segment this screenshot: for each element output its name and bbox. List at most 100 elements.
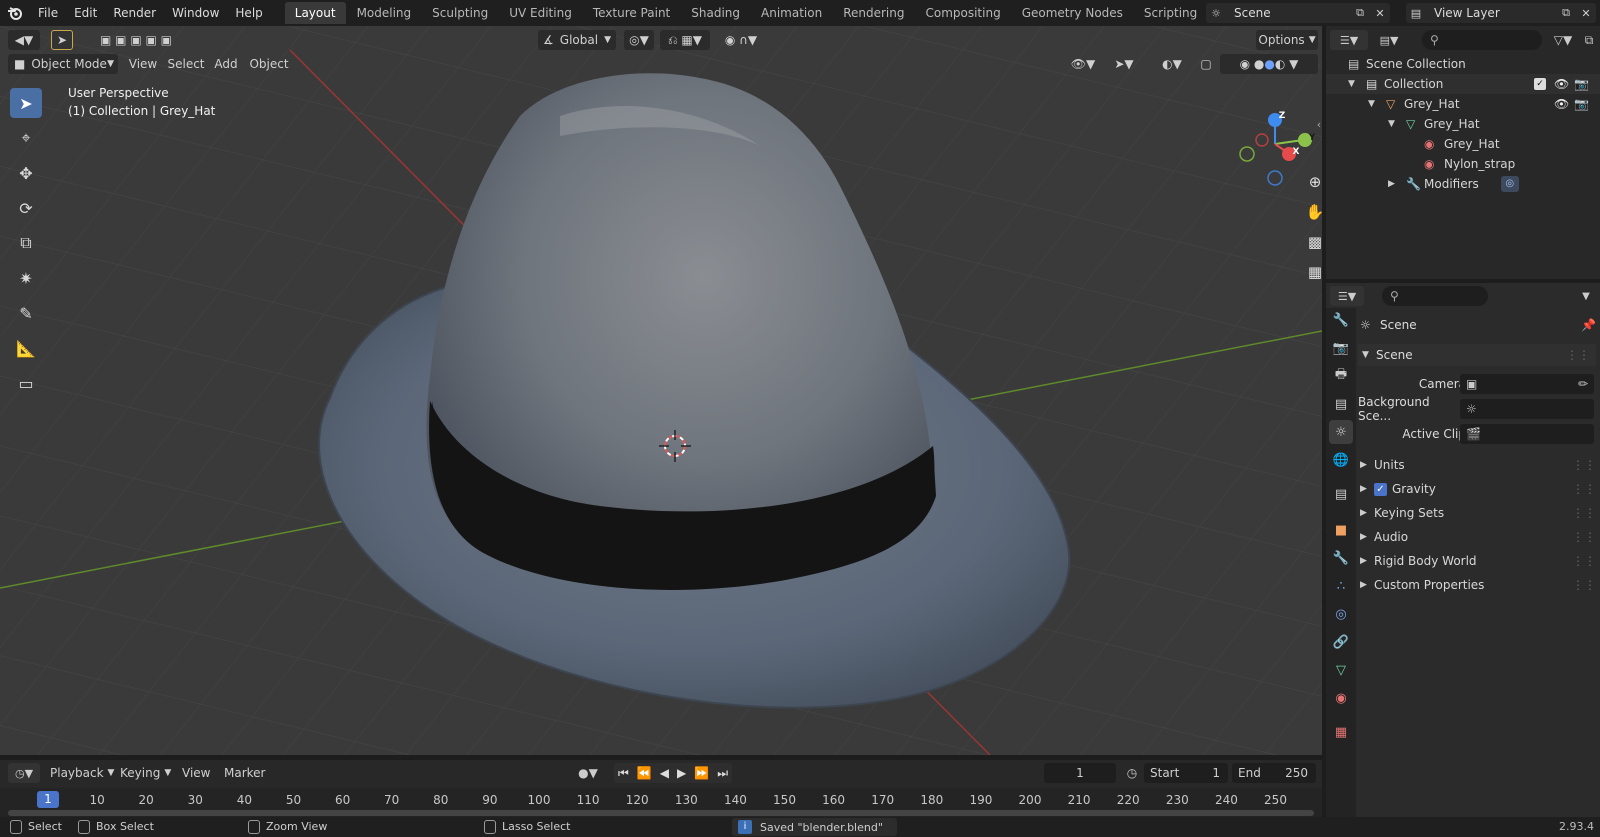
outliner-row-nylon-strap-material[interactable]: ◉ Nylon_strap [1326,154,1600,174]
drag-handle-icon[interactable]: ⋮⋮ [1572,482,1596,496]
tab-shading[interactable]: Shading [681,2,750,24]
drag-handle-icon[interactable]: ⋮⋮ [1566,348,1590,362]
play-reverse-icon[interactable]: ◀ [660,766,669,780]
delete-scene-icon[interactable]: ✕ [1370,3,1390,23]
editor-type-icon[interactable]: ◀▼ [8,30,40,50]
scale-tool-icon[interactable]: ⧉ [10,228,42,258]
scene-tab-icon[interactable]: ☼ [1329,420,1353,444]
gizmo-x-label[interactable]: X [1289,147,1303,157]
gravity-checkbox[interactable]: ✓ [1374,482,1387,496]
outliner-row-grey-hat-mesh[interactable]: ▼ ▽ Grey_Hat [1326,114,1600,134]
rotate-tool-icon[interactable]: ⟳ [10,193,42,223]
playback-menu[interactable]: Playback ▼ [50,763,114,783]
add-cube-tool-icon[interactable]: ▭ [10,368,42,398]
background-scene-field[interactable]: ☼ [1460,399,1594,419]
visibility-icon[interactable]: 👁▼ [1066,54,1100,74]
keying-menu[interactable]: Keying ▼ [120,763,176,783]
gizmo-toggle-icon[interactable]: ➤▼ [1104,54,1144,74]
gravity-panel-header[interactable]: ▶ ✓ Gravity ⋮⋮ [1360,478,1596,500]
tool-tab-icon[interactable]: 🔧 [1329,308,1353,332]
prev-keyframe-icon[interactable]: ⏪ [637,766,652,780]
expand-arrow-icon[interactable]: ▼ [1368,99,1386,109]
exclude-checkbox[interactable]: ✓ [1534,78,1546,90]
selection-mode-icons[interactable]: ▣ ▣ ▣ ▣ ▣ [88,30,184,50]
modifier-tab-icon[interactable]: 🔧 [1329,546,1353,570]
visibility-eye-icon[interactable]: 👁 [1554,97,1569,111]
auto-keying-icon[interactable]: ●▼ [570,763,606,783]
tab-texture-paint[interactable]: Texture Paint [583,2,680,24]
texture-tab-icon[interactable]: ▦ [1329,720,1353,744]
scene-panel-header[interactable]: ▼ Scene ⋮⋮ [1358,344,1596,366]
camera-view-icon[interactable]: ▩ [1303,230,1322,254]
menu-help[interactable]: Help [227,0,270,26]
ortho-grid-icon[interactable]: ▦ [1303,260,1322,284]
scene-name[interactable]: Scene [1234,6,1271,20]
xray-toggle-icon[interactable]: ▢ [1196,54,1216,74]
timeline-view-menu[interactable]: View [182,763,212,783]
next-keyframe-icon[interactable]: ⏩ [694,766,709,780]
object-tab-icon[interactable]: ■ [1329,518,1353,542]
select-box-tool-icon[interactable]: ➤ [10,88,42,118]
proportional-editing-icon[interactable]: ◉ ∩▼ [716,30,766,50]
drag-handle-icon[interactable]: ⋮⋮ [1572,554,1596,568]
start-frame-field[interactable]: Start 1 [1144,763,1228,783]
transform-orientation-dropdown[interactable]: ∡ Global ▼ [538,30,616,50]
outliner-search-input[interactable]: ⚲ [1422,30,1542,50]
render-camera-icon[interactable]: 📷 [1574,97,1589,111]
status-message[interactable]: i Saved "blender.blend" [732,818,897,836]
tab-uv-editing[interactable]: UV Editing [499,2,582,24]
active-clip-field[interactable]: 🎬 [1460,424,1594,444]
menu-edit[interactable]: Edit [66,0,105,26]
frame-ruler[interactable]: 1 10 20 30 40 50 60 70 80 90 100 110 120 130 140 150 160… [0,788,1322,818]
scene-selector[interactable]: ☼ Scene ⧉ ✕ [1206,3,1390,23]
tab-rendering[interactable]: Rendering [833,2,914,24]
new-scene-icon[interactable]: ⧉ [1350,3,1370,23]
new-collection-icon[interactable]: ⧉ [1580,30,1598,50]
options-dropdown[interactable]: Options ▼ [1256,30,1318,50]
object-mode-dropdown[interactable]: ■ Object Mode ▼ [8,54,118,74]
tab-compositing[interactable]: Compositing [915,2,1010,24]
menu-view[interactable]: View [124,54,162,74]
snapping-icon[interactable]: ⎌ ▦▼ [660,30,710,50]
outliner-row-grey-hat-material[interactable]: ◉ Grey_Hat [1326,134,1600,154]
material-tab-icon[interactable]: ◉ [1329,686,1353,710]
expand-arrow-icon[interactable]: ▼ [1388,119,1406,129]
output-tab-icon[interactable]: 🖶 [1329,364,1353,388]
select-tool-icon[interactable]: ➤ [51,30,73,50]
expand-arrow-icon[interactable]: ▼ [1348,79,1366,89]
measure-tool-icon[interactable]: 📐 [10,333,42,363]
outliner-row-modifiers[interactable]: ▶ 🔧 Modifiers ◎ [1326,174,1600,194]
properties-options-icon[interactable]: ▼ [1576,286,1596,306]
new-view-layer-icon[interactable]: ⧉ [1556,3,1576,23]
end-frame-field[interactable]: End 250 [1232,763,1316,783]
tab-scripting[interactable]: Scripting [1134,2,1207,24]
outliner-row-collection[interactable]: ▼ ▤ Collection ✓ 👁 📷 [1326,74,1600,94]
audio-panel-header[interactable]: ▶ Audio ⋮⋮ [1360,526,1596,548]
custom-properties-panel-header[interactable]: ▶ Custom Properties ⋮⋮ [1360,574,1596,596]
keying-sets-panel-header[interactable]: ▶ Keying Sets ⋮⋮ [1360,502,1596,524]
display-mode-icon[interactable]: ▤▼ [1374,30,1404,50]
tab-animation[interactable]: Animation [751,2,832,24]
tab-modeling[interactable]: Modeling [347,2,422,24]
play-icon[interactable]: ▶ [677,766,686,780]
properties-search-input[interactable]: ⚲ [1382,286,1488,306]
drag-handle-icon[interactable]: ⋮⋮ [1572,458,1596,472]
view-layer-name[interactable]: View Layer [1434,6,1500,20]
tab-layout[interactable]: Layout [284,2,346,24]
timeline-editor-type-icon[interactable]: ◷▼ [8,763,40,783]
units-panel-header[interactable]: ▶ Units ⋮⋮ [1360,454,1596,476]
mesh-data-tab-icon[interactable]: ▽ [1329,658,1353,682]
tab-geometry-nodes[interactable]: Geometry Nodes [1012,2,1133,24]
sidebar-toggle-icon[interactable]: ‹ [1313,112,1322,136]
pan-hand-icon[interactable]: ✋ [1303,200,1322,224]
menu-render[interactable]: Render [105,0,164,26]
render-tab-icon[interactable]: 📷 [1329,336,1353,360]
drag-handle-icon[interactable]: ⋮⋮ [1572,578,1596,592]
shading-mode-icons[interactable]: ◉ ● ● ◐ ▼ [1220,54,1318,74]
physics-tab-icon[interactable]: ◎ [1329,602,1353,626]
overlays-toggle-icon[interactable]: ◐▼ [1152,54,1192,74]
gizmo-z-label[interactable]: Z [1275,111,1289,121]
filter-icon[interactable]: ▽▼ [1548,30,1578,50]
transform-tool-icon[interactable]: ✷ [10,263,42,293]
tab-sculpting[interactable]: Sculpting [422,2,498,24]
